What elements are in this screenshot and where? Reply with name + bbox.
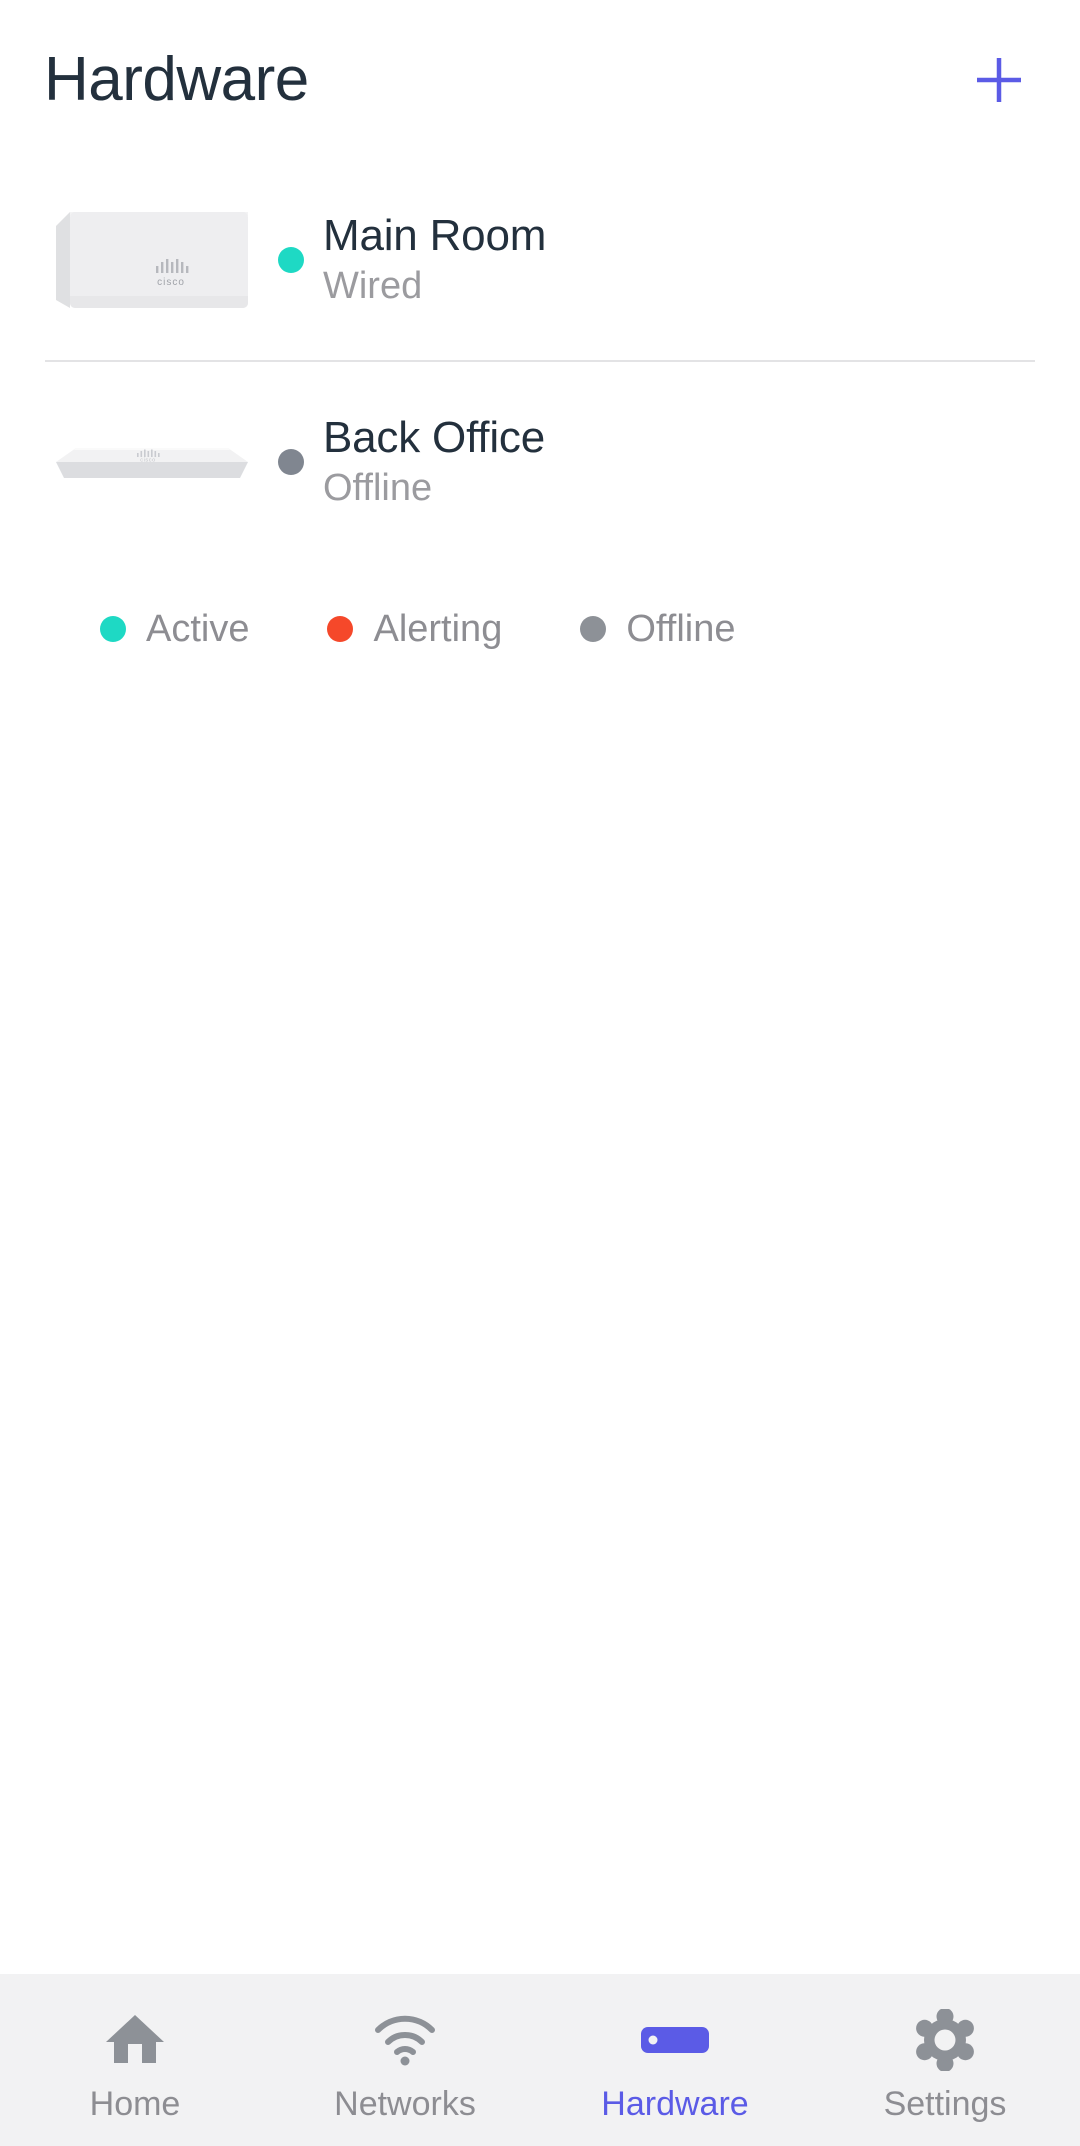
legend-label: Offline [626,608,736,650]
cisco-access-point-image: cisco [44,185,259,335]
device-name: Back Office [323,413,545,463]
page-header: Hardware [0,0,1080,160]
page-title: Hardware [44,45,309,114]
add-device-button[interactable] [962,43,1036,117]
legend-label: Active [146,608,250,650]
nav-item-settings[interactable]: Settings [810,1974,1080,2146]
legend-item-offline: Offline [580,610,735,648]
nav-label: Home [89,2085,181,2123]
nav-label: Settings [883,2085,1007,2123]
status-dot-active [278,247,304,273]
device-status: Wired [323,265,423,308]
nav-item-networks[interactable]: Networks [270,1974,540,2146]
status-legend: Active Alerting Offline [0,562,1080,648]
legend-item-alerting: Alerting [327,610,502,648]
nav-label: Networks [334,2085,476,2123]
table-row[interactable]: cisco Back Office Offline [0,362,1080,562]
hardware-screen: Hardware cisco Main Room Wired cisco Bac… [0,0,1080,2146]
status-dot-offline [278,449,304,475]
hardware-icon [639,2009,711,2071]
device-info: Main Room Wired [323,210,546,310]
status-dot-active [100,616,126,642]
device-status: Offline [323,467,433,510]
table-row[interactable]: cisco Main Room Wired [0,160,1080,360]
device-name: Main Room [323,211,547,261]
gear-icon [914,2009,976,2071]
wifi-icon [374,2009,436,2071]
legend-item-active: Active [100,610,249,648]
status-dot-offline [580,616,607,642]
device-list: cisco Main Room Wired cisco Back Office … [0,160,1080,562]
cisco-switch-image: cisco [44,387,259,537]
status-badge [259,449,323,475]
nav-item-hardware[interactable]: Hardware [540,1974,810,2146]
plus-icon [971,52,1027,108]
cisco-wordmark: cisco [140,457,156,463]
bottom-navigation-bar: Home Networks Hardware Settings [0,1974,1080,2146]
device-info: Back Office Offline [323,412,545,512]
status-badge [259,247,323,273]
cisco-wordmark: cisco [157,277,185,288]
home-icon [104,2009,166,2071]
nav-item-home[interactable]: Home [0,1974,270,2146]
status-dot-alerting [327,616,354,642]
legend-label: Alerting [373,608,503,650]
nav-label: Hardware [601,2085,749,2123]
